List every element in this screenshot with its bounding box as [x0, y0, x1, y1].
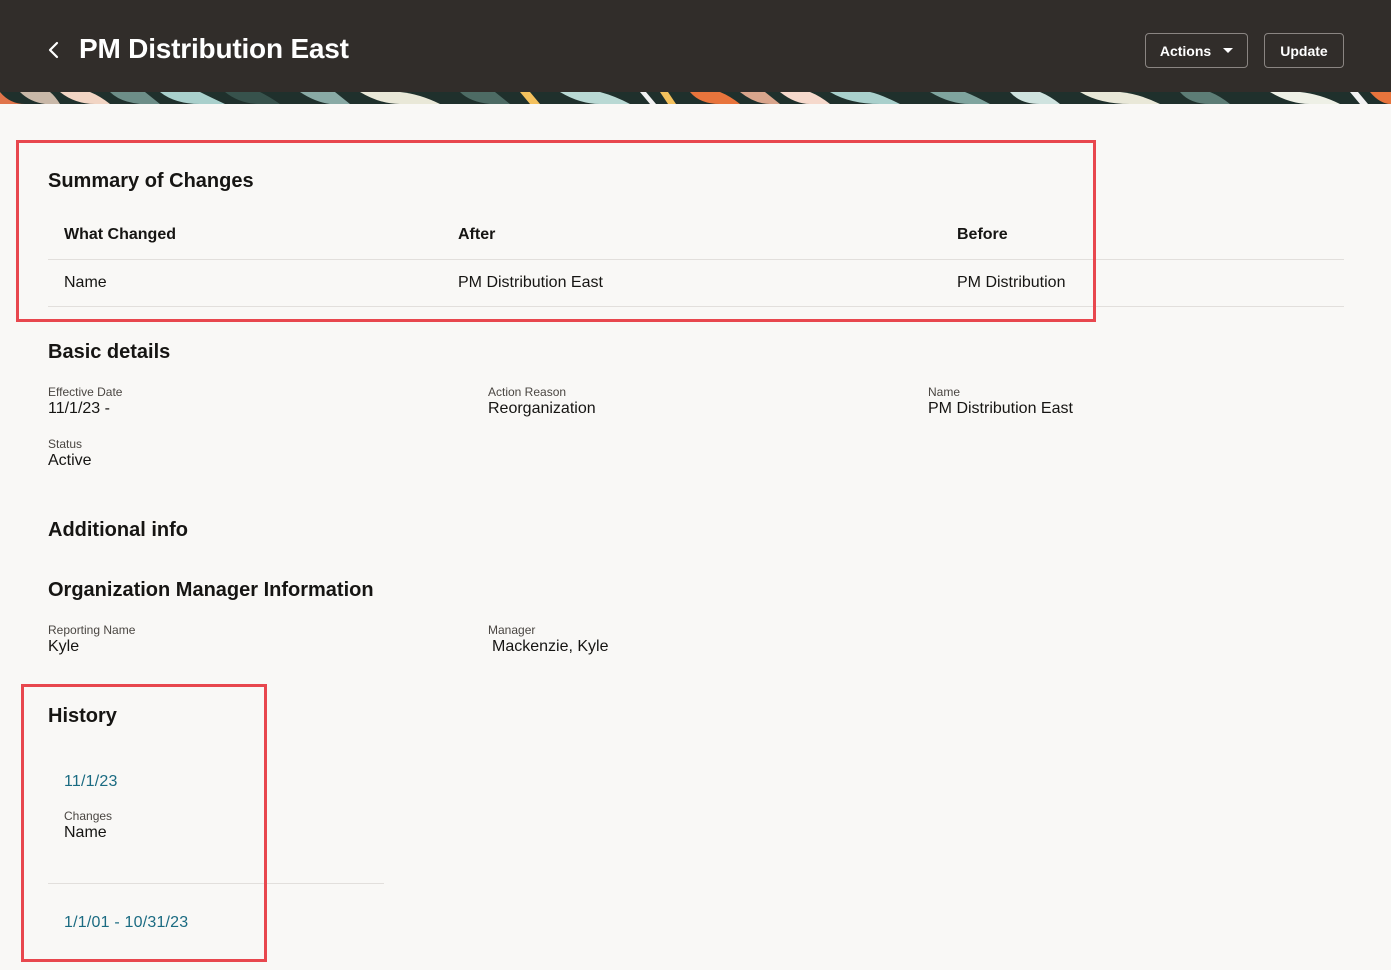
name-value: PM Distribution East: [928, 400, 1073, 417]
basic-details-heading: Basic details: [48, 341, 171, 363]
caret-down-icon: [1223, 48, 1234, 53]
action-reason-value: Reorganization: [488, 400, 596, 417]
action-reason-label: Action Reason: [488, 385, 567, 399]
highlight-box-history: [21, 684, 267, 962]
effective-date-value: 11/1/23 -: [48, 400, 110, 417]
name-label: Name: [928, 385, 961, 399]
page-title: PM Distribution East: [79, 33, 349, 64]
page-header: PM Distribution East Actions Update: [0, 0, 1391, 92]
additional-info-heading: Additional info: [48, 519, 188, 541]
manager-info-heading: Organization Manager Information: [48, 579, 374, 601]
highlight-box-summary: [16, 140, 1096, 322]
status-value: Active: [48, 452, 92, 469]
back-chevron-icon[interactable]: [44, 38, 64, 62]
status-label: Status: [48, 437, 83, 451]
decorative-banner: [0, 92, 1391, 104]
actions-button-label: Actions: [1159, 42, 1212, 59]
manager-value: Mackenzie, Kyle: [492, 638, 609, 655]
update-button[interactable]: Update: [1264, 33, 1344, 68]
actions-button[interactable]: Actions: [1145, 33, 1248, 68]
reporting-name-value: Kyle: [48, 638, 80, 655]
reporting-name-label: Reporting Name: [48, 623, 136, 637]
manager-label: Manager: [488, 623, 536, 637]
effective-date-label: Effective Date: [48, 385, 123, 399]
